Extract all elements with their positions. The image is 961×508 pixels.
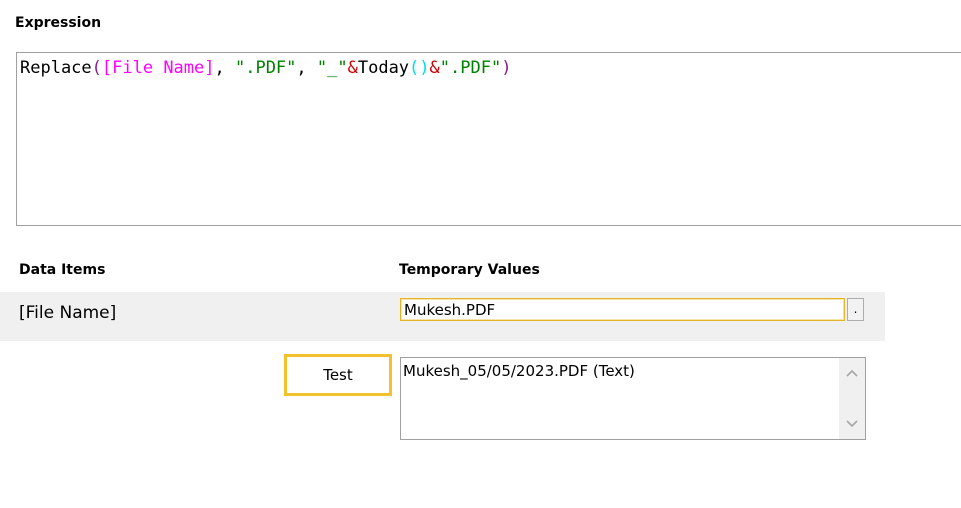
temporary-value-input[interactable]: [400, 298, 845, 321]
expr-token-function: Replace: [20, 58, 92, 78]
expr-token-paren: (: [91, 58, 102, 78]
expr-token-paren: (): [409, 58, 430, 78]
expr-token-function: Today: [357, 58, 410, 78]
chevron-down-icon[interactable]: [839, 413, 865, 435]
expr-token-string: ".PDF": [234, 58, 297, 78]
test-button[interactable]: Test: [284, 354, 392, 396]
expr-token-data-item: [File Name]: [101, 58, 215, 78]
test-result-box[interactable]: Mukesh_05/05/2023.PDF (Text): [400, 357, 866, 440]
expr-token-string: ".PDF": [439, 58, 502, 78]
test-result-text: Mukesh_05/05/2023.PDF (Text): [403, 362, 635, 380]
data-item-name: [File Name]: [19, 303, 117, 323]
data-item-row: [File Name] .: [0, 292, 885, 341]
chevron-up-icon[interactable]: [839, 362, 865, 384]
data-items-header: Data Items: [19, 262, 106, 278]
expr-token-operator: &: [429, 58, 440, 78]
expr-token-comma: ,: [296, 58, 317, 78]
expression-label: Expression: [15, 15, 102, 31]
expr-token-string: "_": [316, 58, 348, 78]
result-scrollbar[interactable]: [839, 358, 865, 439]
value-browse-button[interactable]: .: [847, 298, 864, 321]
expr-token-paren: ): [501, 58, 512, 78]
temporary-values-header: Temporary Values: [399, 262, 540, 278]
expr-token-comma: ,: [214, 58, 235, 78]
expression-editor[interactable]: Replace([File Name], ".PDF", "_"&Today()…: [16, 52, 961, 226]
expr-token-operator: &: [347, 58, 358, 78]
